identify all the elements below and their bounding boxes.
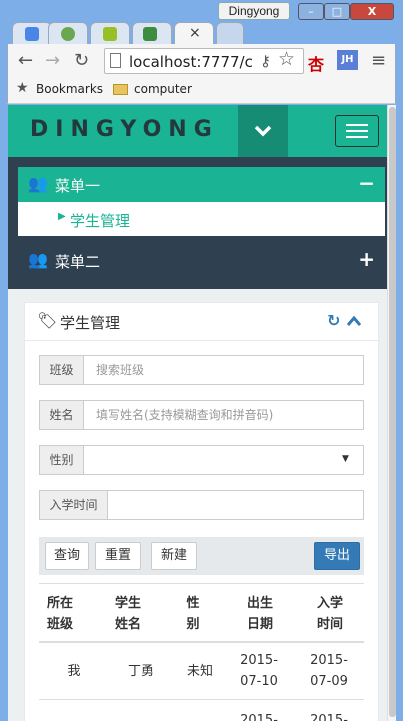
chevron-down-icon xyxy=(254,125,272,137)
class-input[interactable]: 搜索班级 xyxy=(96,356,144,384)
extension-cn-icon[interactable]: 杏 xyxy=(308,51,324,75)
maximize-button[interactable]: □ xyxy=(324,3,350,20)
refresh-icon[interactable]: ↻ xyxy=(327,311,340,330)
page-scrollbar[interactable] xyxy=(387,105,396,721)
bookmarks-label[interactable]: Bookmarks xyxy=(36,82,103,96)
bookmark-star-icon: ★ xyxy=(16,80,29,96)
cell-gender: 未知 xyxy=(186,664,213,679)
forward-arrow-icon[interactable]: → xyxy=(45,52,60,70)
browser-toolbar: ← → ↻ localhost:7777/c ⚷ ☆ 杏 JH ≡ xyxy=(7,44,396,78)
header-birth[interactable]: 出生 日期 xyxy=(245,593,275,635)
browser-menu-icon[interactable]: ≡ xyxy=(371,52,386,70)
address-bar[interactable]: localhost:7777/c xyxy=(104,48,304,74)
expand-icon[interactable]: + xyxy=(358,247,375,271)
tags-icon: 🏷 xyxy=(37,311,58,330)
student-panel: 🏷 学生管理 ↻ 班级 搜索班级 姓名 填写姓名(支持模糊查询和拼音码) 性别 … xyxy=(24,302,380,721)
cell-class: 我 xyxy=(67,664,81,679)
evernote-icon xyxy=(143,27,157,41)
back-arrow-icon[interactable]: ← xyxy=(18,52,33,70)
cell-enroll: 2015- xyxy=(310,713,348,721)
class-search-field[interactable]: 班级 搜索班级 xyxy=(39,355,364,385)
submenu-label: 学生管理 xyxy=(70,212,131,230)
collapse-icon[interactable]: − xyxy=(358,171,375,195)
class-label: 班级 xyxy=(40,356,84,384)
cell-name: 丁勇 xyxy=(127,664,154,679)
table-row[interactable]: 2015- 2015- xyxy=(39,700,364,721)
close-window-button[interactable]: X xyxy=(350,3,394,20)
table-top-border xyxy=(39,583,364,584)
reload-icon[interactable]: ↻ xyxy=(74,52,89,70)
tab-close-icon[interactable]: × xyxy=(189,25,201,41)
leaf-icon xyxy=(61,27,75,41)
header-enroll[interactable]: 入学 时间 xyxy=(315,593,345,635)
page-viewport: DINGYONG 👥 菜单一 − ▶ 学生管理 👥 菜单二 + 🏷 学生管理 ↻… xyxy=(8,105,387,721)
menu-item-1[interactable]: 👥 菜单一 − xyxy=(18,167,385,202)
window-title: Dingyong xyxy=(218,2,290,20)
cell-enroll: 2015- 07-09 xyxy=(310,653,348,689)
url-text: localhost:7777/c xyxy=(129,53,253,71)
menu-icon xyxy=(346,124,368,126)
hamburger-menu-button[interactable] xyxy=(335,115,379,147)
header-gender[interactable]: 性别 xyxy=(185,593,201,635)
panel-title: 学生管理 xyxy=(60,314,121,332)
side-navigation: 👥 菜单一 − ▶ 学生管理 👥 菜单二 + xyxy=(8,157,387,289)
android-icon xyxy=(103,27,117,41)
translate-icon xyxy=(25,27,39,41)
name-label: 姓名 xyxy=(40,401,84,429)
browser-tab-1[interactable] xyxy=(12,22,52,44)
key-icon[interactable]: ⚷ xyxy=(260,52,271,70)
minimize-button[interactable]: – xyxy=(298,3,324,20)
menu-2-label: 菜单二 xyxy=(55,253,101,271)
menu-item-2[interactable]: 👥 菜单二 + xyxy=(18,243,385,278)
star-icon[interactable]: ☆ xyxy=(278,50,295,69)
name-input[interactable]: 填写姓名(支持模糊查询和拼音码) xyxy=(96,401,273,429)
chevron-up-icon[interactable] xyxy=(347,316,361,326)
table-row[interactable]: 我 丁勇 未知 2015- 07-10 2015- 07-09 xyxy=(39,643,364,699)
name-search-field[interactable]: 姓名 填写姓名(支持模糊查询和拼音码) xyxy=(39,400,364,430)
query-button[interactable]: 查询 xyxy=(45,542,89,570)
submenu-item-student-management[interactable]: ▶ 学生管理 xyxy=(18,202,385,236)
app-header: DINGYONG xyxy=(8,105,387,157)
users-icon: 👥 xyxy=(28,174,48,193)
action-button-bar: 查询 重置 新建 导出 xyxy=(39,537,364,575)
users-icon: 👥 xyxy=(28,250,48,269)
app-logo[interactable]: DINGYONG xyxy=(30,117,219,142)
gender-select-field[interactable]: 性别 ▼ xyxy=(39,445,364,475)
reset-button[interactable]: 重置 xyxy=(95,542,141,570)
gender-label: 性别 xyxy=(40,446,84,474)
cell-birth: 2015- 07-10 xyxy=(240,653,278,689)
header-dropdown-button[interactable] xyxy=(238,105,288,157)
header-name[interactable]: 学生 姓名 xyxy=(113,593,143,635)
header-class[interactable]: 所在 班级 xyxy=(45,593,75,635)
export-button[interactable]: 导出 xyxy=(314,542,360,570)
browser-tab-2[interactable] xyxy=(48,22,88,44)
enroll-date-label: 入学时间 xyxy=(40,491,108,519)
browser-tab-3[interactable] xyxy=(90,22,130,44)
bookmarks-bar: ★ Bookmarks computer xyxy=(7,78,396,104)
caret-down-icon[interactable]: ▼ xyxy=(342,454,349,464)
page-icon xyxy=(110,53,121,68)
caret-right-icon: ▶ xyxy=(58,211,66,222)
create-button[interactable]: 新建 xyxy=(151,542,197,570)
scrollbar-thumb[interactable] xyxy=(389,107,396,717)
extension-jh-icon[interactable]: JH xyxy=(337,50,358,70)
enroll-date-field[interactable]: 入学时间 xyxy=(39,490,364,520)
new-tab-button[interactable] xyxy=(216,22,244,44)
folder-icon xyxy=(113,84,128,95)
browser-tab-4[interactable] xyxy=(132,22,172,44)
bookmark-computer[interactable]: computer xyxy=(134,82,192,96)
menu-1-label: 菜单一 xyxy=(55,177,101,195)
panel-header: 🏷 学生管理 ↻ xyxy=(25,303,380,341)
cell-birth: 2015- xyxy=(240,713,278,721)
browser-tab-active[interactable]: × xyxy=(174,22,214,44)
